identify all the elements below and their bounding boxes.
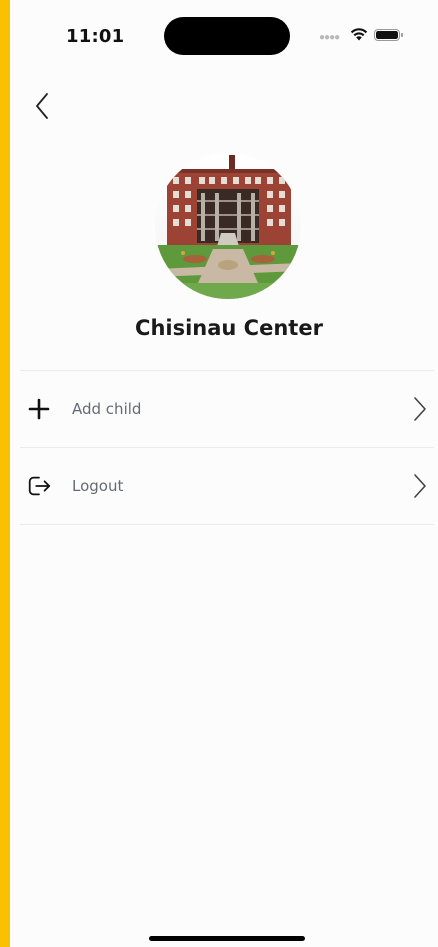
wifi-icon [350, 28, 368, 41]
status-time: 11:01 [66, 26, 125, 47]
settings-menu: Add child Logout [20, 370, 434, 525]
signal-dots-icon: ●●●● [319, 32, 340, 43]
chevron-right-icon [414, 397, 426, 421]
plus-icon [26, 396, 52, 422]
profile-name: Chisinau Center [135, 316, 323, 340]
home-indicator [149, 936, 305, 941]
logout-icon [26, 473, 52, 499]
building-photo [155, 153, 301, 299]
battery-icon [374, 29, 403, 41]
logout-item[interactable]: Logout [20, 448, 434, 524]
add-child-item[interactable]: Add child [20, 371, 434, 447]
divider [20, 524, 434, 525]
chevron-left-icon [36, 93, 48, 119]
dynamic-island [164, 17, 290, 55]
app-screen: 11:01 ●●●● Chisinau Center Add child Log… [10, 0, 438, 947]
logout-label: Logout [72, 477, 124, 495]
chevron-right-icon [414, 474, 426, 498]
status-bar: 11:01 ●●●● [10, 0, 438, 70]
avatar [155, 153, 301, 299]
add-child-label: Add child [72, 400, 142, 418]
back-button[interactable] [24, 86, 60, 126]
